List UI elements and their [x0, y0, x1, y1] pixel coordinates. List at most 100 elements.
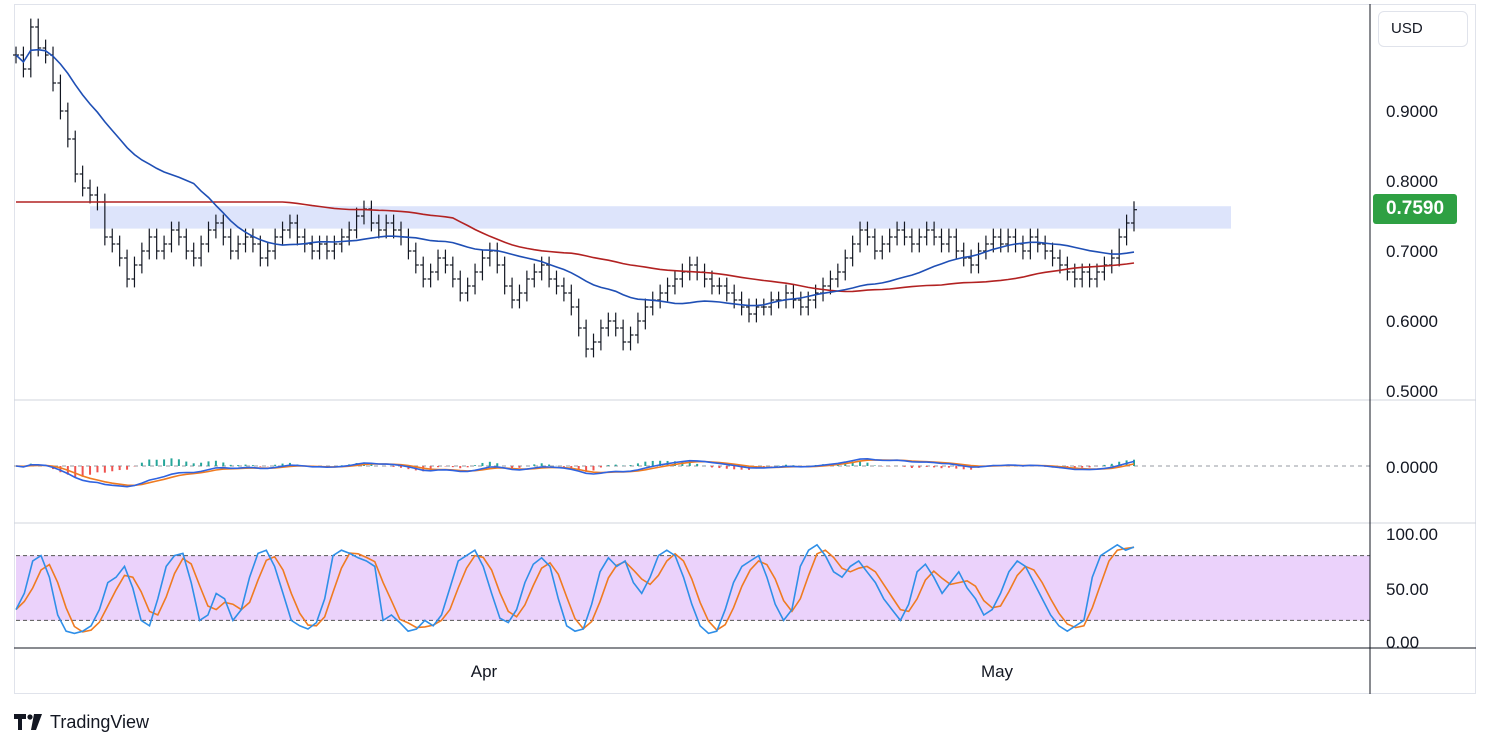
price-bar — [560, 277, 567, 302]
price-bar — [753, 298, 760, 323]
price-bar — [886, 228, 893, 253]
price-bar — [1005, 228, 1012, 253]
price-bar — [464, 277, 471, 302]
price-bar — [1012, 228, 1019, 253]
price-bar — [316, 235, 323, 260]
price-bar — [583, 319, 590, 358]
macd-tick-label-0: 0.0000 — [1386, 458, 1438, 477]
price-bar — [686, 256, 693, 281]
stochastic-band — [16, 555, 1370, 621]
price-bar — [420, 256, 427, 288]
price-bar — [457, 270, 464, 302]
price-bar — [235, 235, 242, 260]
price-bar — [13, 46, 19, 64]
price-bar — [760, 298, 767, 316]
currency-selector[interactable]: USD — [1378, 11, 1468, 47]
price-bar — [642, 298, 649, 330]
price-bar — [657, 284, 664, 309]
price-bar — [834, 263, 841, 288]
price-bar — [783, 284, 790, 309]
price-bar — [975, 242, 982, 274]
price-bar — [264, 242, 271, 267]
price-bar — [131, 256, 138, 288]
resistance-zone — [90, 206, 1231, 229]
price-bar — [138, 242, 145, 274]
price-bar — [1049, 242, 1056, 267]
price-bar — [435, 249, 442, 281]
price-bar — [27, 18, 34, 78]
price-bar — [1042, 235, 1049, 260]
tradingview-logo-icon — [14, 714, 42, 730]
price-bar — [634, 312, 641, 344]
price-bar — [472, 263, 479, 295]
price-bar — [190, 242, 197, 267]
price-bar — [227, 228, 234, 260]
price-bar — [605, 312, 612, 337]
chart-svg[interactable]: Apr May 0.9000 0.8000 0.7000 0.6000 0.50… — [0, 0, 1491, 748]
price-bar — [546, 256, 553, 288]
price-bar — [945, 228, 952, 253]
brand-name: TradingView — [50, 711, 150, 732]
price-bar — [620, 319, 627, 351]
price-bar — [953, 228, 960, 260]
price-bar — [301, 228, 308, 253]
price-bar — [64, 102, 71, 148]
x-tick-label-apr: Apr — [471, 662, 498, 681]
y-tick-label-0900: 0.9000 — [1386, 102, 1438, 121]
price-bar — [494, 242, 501, 274]
price-bar — [153, 228, 160, 260]
y-tick-label-0500: 0.5000 — [1386, 382, 1438, 401]
price-bar — [1034, 228, 1041, 253]
price-bar — [72, 130, 79, 183]
y-tick-label-0600: 0.6000 — [1386, 312, 1438, 331]
price-bar — [50, 46, 57, 92]
price-bar — [146, 228, 153, 260]
price-bar — [309, 235, 316, 260]
price-bar — [716, 277, 723, 295]
price-bar — [871, 228, 878, 260]
y-tick-label-0700: 0.7000 — [1386, 242, 1438, 261]
price-bar — [1027, 228, 1034, 260]
price-bar — [568, 284, 575, 316]
price-bar — [849, 235, 856, 267]
price-bar — [509, 277, 516, 309]
price-bar — [442, 249, 449, 274]
price-bar — [879, 235, 886, 260]
price-bar — [331, 235, 338, 260]
price-bar — [1101, 256, 1108, 281]
price-bar — [109, 228, 116, 253]
price-bar — [516, 284, 523, 309]
price-bar — [427, 263, 434, 288]
price-bar — [627, 326, 634, 351]
price-bar — [938, 228, 945, 253]
price-bar — [198, 235, 205, 267]
last-price-badge: 0.7590 — [1373, 194, 1457, 224]
price-bar — [1019, 235, 1026, 260]
price-bar — [338, 228, 345, 253]
price-bar — [701, 263, 708, 288]
brand[interactable]: TradingView — [14, 710, 149, 734]
macd-line — [15, 457, 1135, 488]
price-bar — [553, 270, 560, 295]
price-bar — [960, 242, 967, 267]
price-bar — [649, 291, 656, 316]
price-bar — [745, 298, 752, 323]
price-bar — [679, 263, 686, 288]
price-bar — [694, 256, 701, 281]
price-bar — [531, 263, 538, 288]
price-bar — [486, 242, 493, 267]
price-bar — [116, 235, 123, 267]
price-bar — [405, 228, 412, 260]
price-bar — [449, 256, 456, 288]
price-bar — [590, 333, 597, 358]
price-bar — [664, 277, 671, 302]
stoch-tick-label-50: 50.00 — [1386, 580, 1429, 599]
moving-average-fast-line — [15, 48, 1135, 307]
price-bar — [538, 256, 545, 281]
price-bar — [87, 179, 94, 204]
price-bar — [575, 298, 582, 337]
stoch-tick-label-100: 100.00 — [1386, 525, 1438, 544]
price-bar — [612, 312, 619, 337]
price-bar — [597, 319, 604, 351]
price-bar — [412, 242, 419, 274]
